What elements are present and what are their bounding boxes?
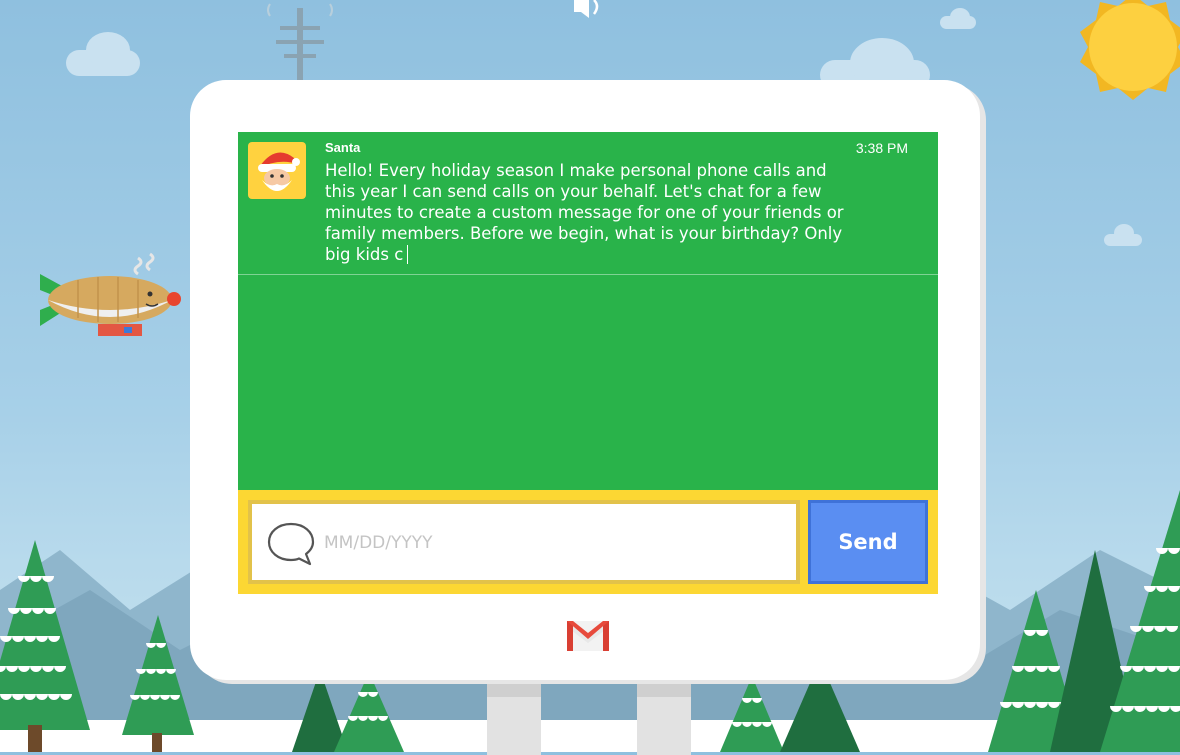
gmail-logo-icon [567,621,609,651]
input-box [248,500,800,584]
message-text: Hello! Every holiday season I make perso… [325,160,860,265]
chat-panel: Santa 3:38 PM Hello! Every holiday seaso… [238,132,938,490]
pine-tree [122,615,194,752]
pine-tree [334,672,404,752]
sender-name: Santa [325,140,361,155]
blimp-icon [40,252,181,336]
pine-tree [720,676,784,752]
speaker-icon[interactable] [572,0,606,24]
cloud [950,8,970,26]
cloud [1114,224,1134,242]
device-stand-leg [637,675,691,755]
pine-tree [0,540,90,752]
santa-avatar [248,142,306,199]
input-bar: Send [238,490,938,594]
send-button[interactable]: Send [808,500,928,584]
sun-icon [1080,0,1180,100]
typing-caret [407,245,409,264]
speech-bubble-icon [267,522,315,566]
antenna-icon [267,3,333,82]
pine-tree [1100,490,1180,752]
message-divider [238,274,938,275]
device-stand-leg [487,675,541,755]
cloud [86,32,130,68]
message-timestamp: 3:38 PM [855,140,908,156]
birthday-input[interactable] [322,522,766,564]
santa-face-icon [258,152,300,191]
message-body: Hello! Every holiday season I make perso… [325,161,844,264]
